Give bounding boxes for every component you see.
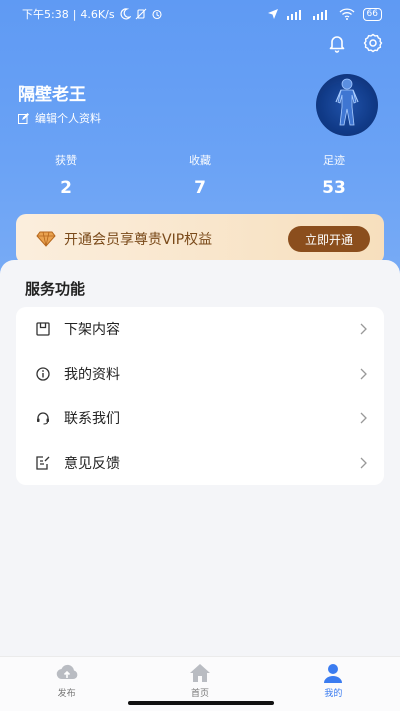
cloud-upload-icon	[56, 664, 78, 680]
vip-text: 开通会员享尊贵VIP权益	[64, 232, 213, 248]
wifi-icon	[339, 8, 355, 20]
menu-item-removed-content[interactable]: 下架内容	[16, 307, 384, 352]
section-title: 服务功能	[25, 280, 86, 298]
stat-label: 收藏	[189, 154, 211, 167]
username: 隔壁老王	[18, 85, 86, 105]
tab-label: 我的	[324, 689, 343, 699]
gear-icon[interactable]	[362, 32, 384, 54]
status-bar: 下午5:38 | 4.6K/s 66	[0, 0, 400, 28]
stat-value: 2	[60, 178, 72, 198]
menu-item-label: 我的资料	[64, 366, 120, 383]
tab-mine[interactable]: 我的	[267, 657, 400, 711]
edit-profile-label: 编辑个人资料	[35, 112, 101, 125]
vip-open-button[interactable]: 立即开通	[288, 226, 370, 252]
status-time: 下午5:38	[22, 8, 69, 21]
service-menu: 下架内容 我的资料 联系我们 意见反馈	[16, 307, 384, 485]
signal-icon-2	[312, 10, 327, 20]
vibrate-off-icon	[135, 8, 146, 20]
chevron-right-icon	[360, 457, 367, 469]
diamond-icon	[36, 231, 56, 247]
edit-icon	[18, 112, 29, 124]
edit-profile-link[interactable]: 编辑个人资料	[18, 110, 101, 126]
menu-item-label: 联系我们	[64, 411, 120, 428]
home-indicator	[128, 701, 274, 705]
menu-item-feedback[interactable]: 意见反馈	[16, 441, 384, 486]
bell-icon[interactable]	[326, 32, 348, 54]
vip-banner[interactable]: 开通会员享尊贵VIP权益 立即开通	[16, 214, 384, 264]
battery-indicator: 66	[362, 7, 382, 21]
chevron-right-icon	[360, 412, 367, 424]
stat-value: 53	[322, 178, 346, 198]
stat-label: 足迹	[323, 154, 345, 167]
avatar[interactable]	[316, 74, 378, 136]
signal-icon	[286, 10, 301, 20]
stat-value: 7	[194, 178, 206, 198]
menu-item-my-profile[interactable]: 我的资料	[16, 352, 384, 397]
moon-icon	[120, 8, 131, 20]
location-icon	[267, 9, 278, 19]
tab-publish[interactable]: 发布	[0, 657, 133, 711]
menu-item-label: 意见反馈	[64, 455, 120, 472]
stat-label: 获赞	[55, 154, 77, 167]
feedback-icon	[36, 456, 50, 470]
menu-item-label: 下架内容	[64, 322, 120, 339]
headset-icon	[37, 412, 49, 425]
alarm-icon	[152, 9, 162, 20]
stat-favorites[interactable]: 收藏 7	[166, 152, 234, 198]
tab-label: 发布	[57, 689, 76, 699]
archive-icon	[36, 322, 50, 336]
tab-label: 首页	[190, 689, 209, 699]
status-speed: 4.6K/s	[80, 7, 115, 21]
stat-likes[interactable]: 获赞 2	[32, 152, 100, 198]
user-icon	[324, 664, 343, 683]
home-icon	[189, 664, 210, 682]
chevron-right-icon	[360, 323, 367, 335]
chevron-right-icon	[360, 368, 367, 380]
stat-footprints[interactable]: 足迹 53	[300, 152, 368, 198]
menu-item-contact-us[interactable]: 联系我们	[16, 396, 384, 441]
info-icon	[36, 367, 50, 381]
